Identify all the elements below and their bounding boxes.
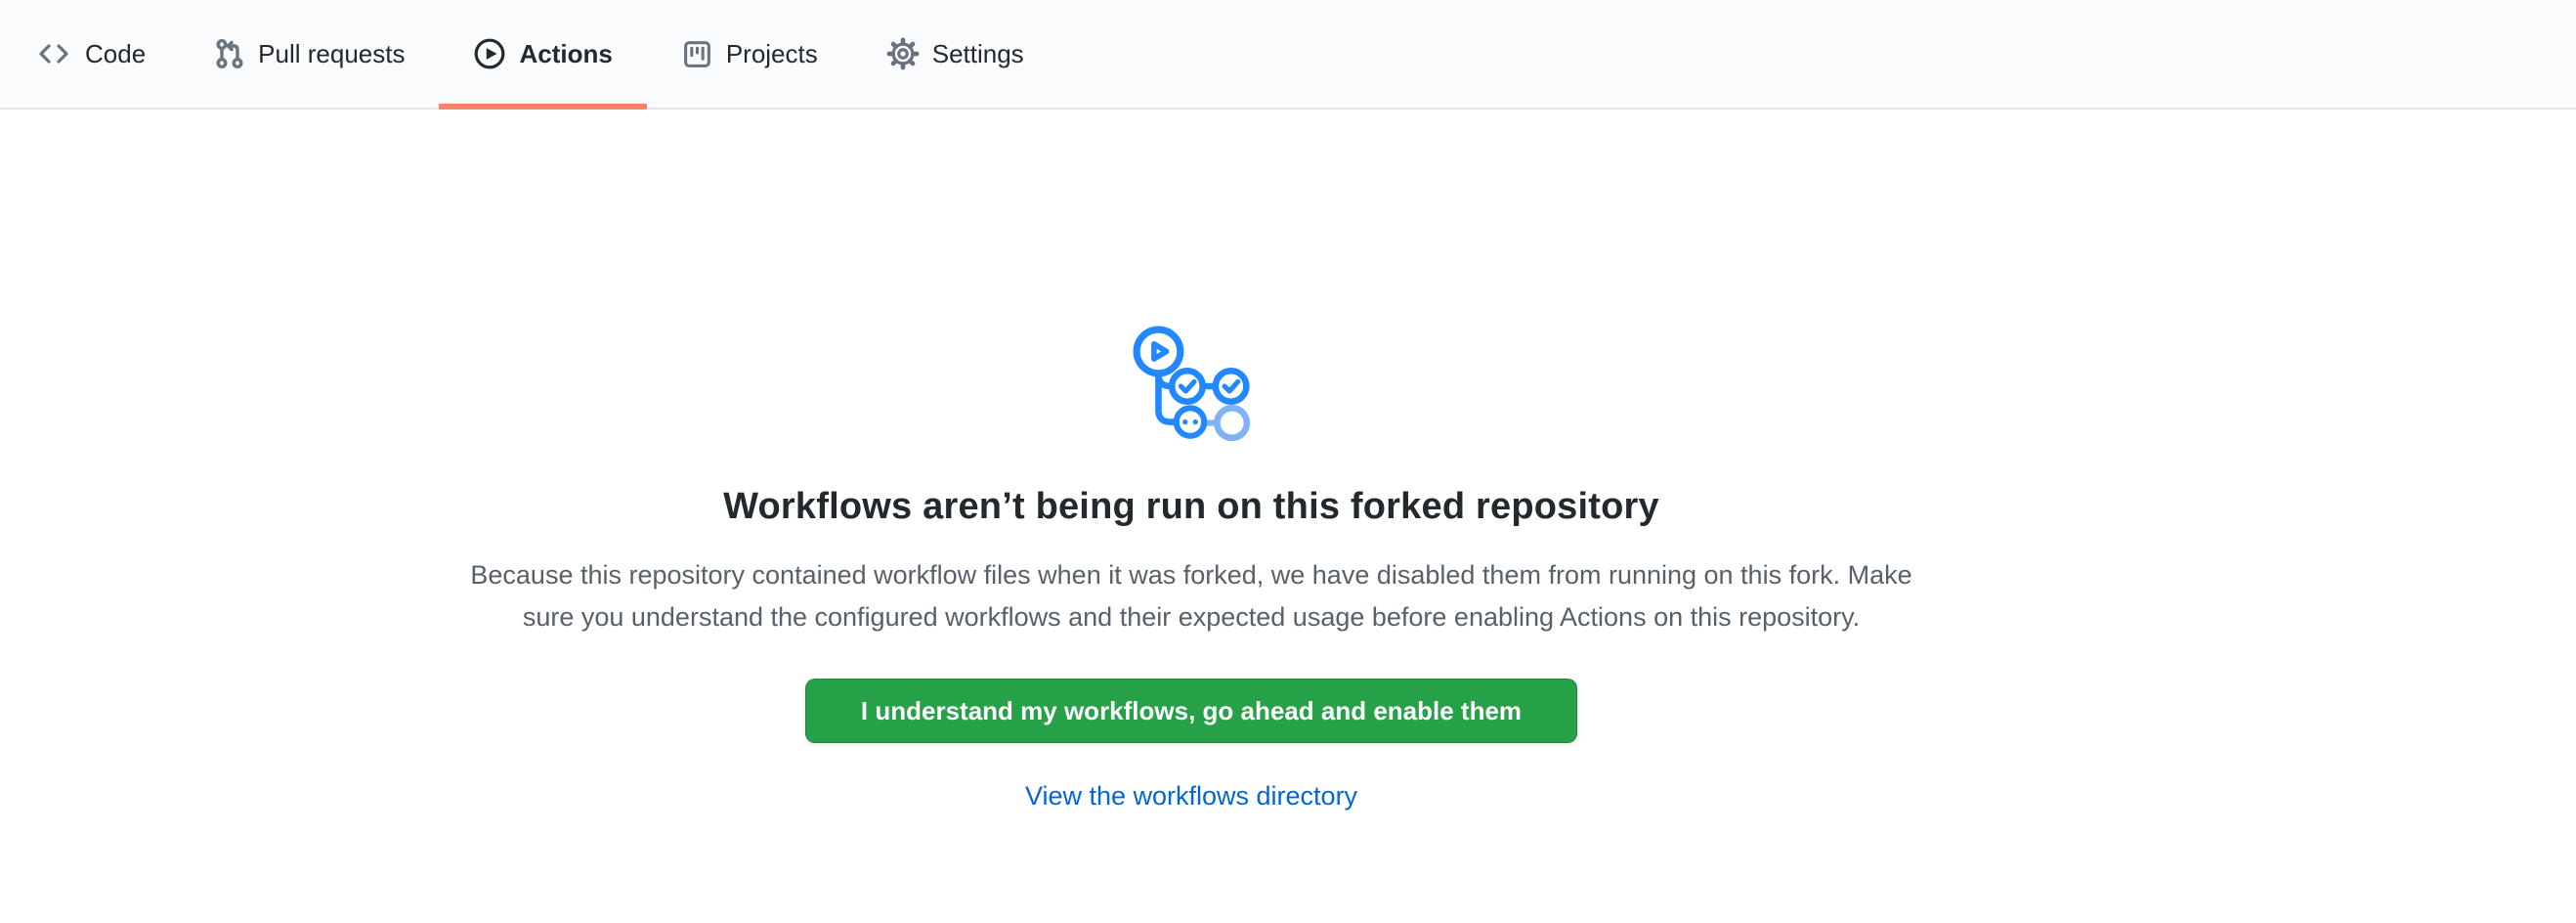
tab-label: Actions	[519, 39, 612, 69]
enable-workflows-button[interactable]: I understand my workflows, go ahead and …	[805, 679, 1577, 743]
project-board-icon	[681, 38, 713, 70]
workflow-graph-icon	[1130, 326, 1255, 452]
tab-label: Projects	[726, 39, 818, 69]
tab-settings[interactable]: Settings	[852, 0, 1058, 108]
blurb-description: Because this repository contained workfl…	[0, 554, 2383, 638]
tab-label: Code	[85, 39, 146, 69]
gear-icon	[886, 37, 920, 70]
tab-label: Pull requests	[258, 39, 405, 69]
view-workflows-directory-link[interactable]: View the workflows directory	[1025, 781, 1357, 811]
tab-projects[interactable]: Projects	[647, 0, 852, 108]
tab-pull-requests[interactable]: Pull requests	[180, 0, 439, 108]
play-circle-icon	[473, 37, 506, 70]
pull-request-icon	[214, 37, 245, 70]
blurb-description-line1: Because this repository contained workfl…	[0, 554, 2383, 596]
blurb-description-line2: sure you understand the configured workf…	[0, 596, 2383, 638]
active-tab-indicator	[439, 104, 646, 110]
blurb-title: Workflows aren’t being run on this forke…	[0, 486, 2383, 528]
tab-code[interactable]: Code	[1, 0, 180, 108]
tab-label: Settings	[932, 39, 1024, 69]
code-icon	[35, 38, 72, 69]
repo-tab-bar: Code Pull requests Actions	[0, 0, 2576, 110]
tab-actions[interactable]: Actions	[439, 0, 646, 108]
